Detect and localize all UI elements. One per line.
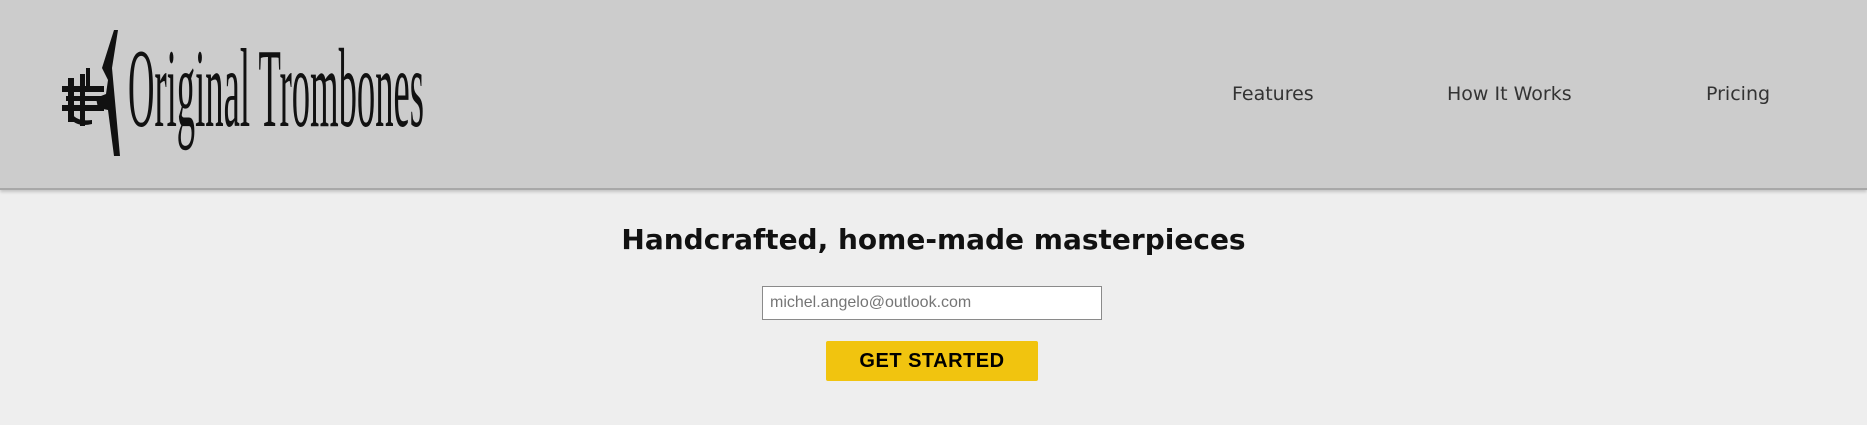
nav-link-pricing[interactable]: Pricing bbox=[1706, 80, 1770, 108]
hero-section: Handcrafted, home-made masterpieces GET … bbox=[0, 190, 1867, 425]
main-nav: Features How It Works Pricing bbox=[0, 80, 1867, 110]
email-field[interactable] bbox=[762, 286, 1102, 320]
hero-title: Handcrafted, home-made masterpieces bbox=[621, 223, 1246, 256]
get-started-button[interactable]: GET STARTED bbox=[826, 341, 1038, 381]
site-header: Original Trombones Features How It Works… bbox=[0, 0, 1867, 190]
nav-link-how-it-works[interactable]: How It Works bbox=[1447, 80, 1572, 108]
nav-link-features[interactable]: Features bbox=[1232, 80, 1314, 108]
